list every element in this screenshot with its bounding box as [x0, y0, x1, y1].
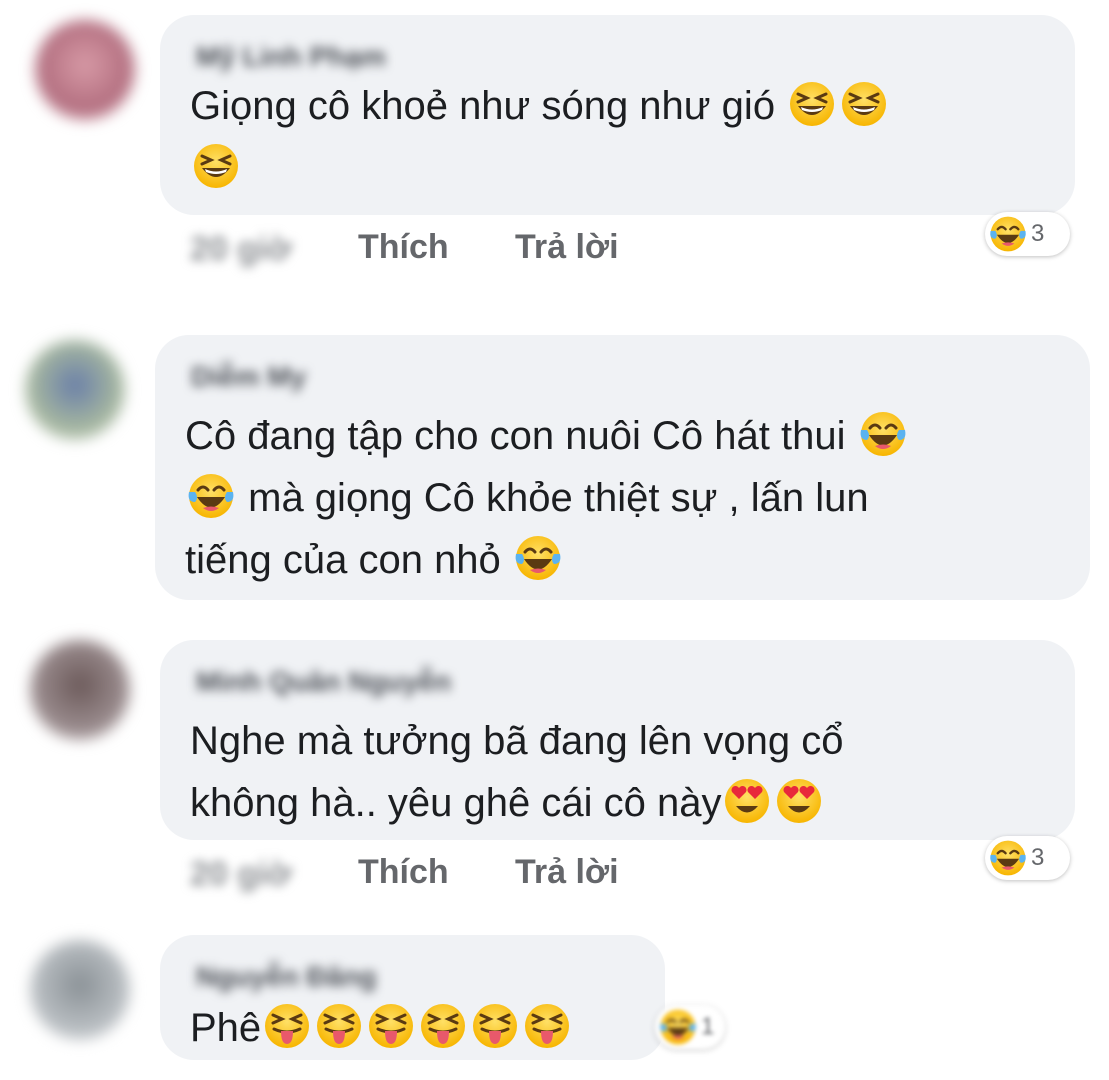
- like-button[interactable]: Thích: [358, 228, 449, 267]
- heart-eyes-emoji-icon: [775, 777, 823, 825]
- reply-button[interactable]: Trả lời: [515, 228, 619, 267]
- comment-line: Cô đang tập cho con nuôi Cô hát thui: [185, 414, 846, 458]
- comment-bubble: Diễm My Cô đang tập cho con nuôi Cô hát …: [155, 335, 1090, 600]
- comment-text: Phê: [190, 997, 573, 1059]
- tears-of-joy-emoji-icon: [514, 534, 562, 582]
- comment-author[interactable]: Nguyễn Đăng: [196, 961, 376, 993]
- comment-author[interactable]: Minh Quân Nguyễn: [196, 666, 451, 698]
- comment-text: Cô đang tập cho con nuôi Cô hát thui mà …: [185, 405, 909, 591]
- squint-laugh-reaction-icon: [989, 215, 1027, 253]
- reaction-summary[interactable]: 1: [655, 1005, 725, 1049]
- comment-bubble: Nguyễn Đăng Phê: [160, 935, 665, 1060]
- avatar[interactable]: [30, 940, 130, 1040]
- comment-line: Giọng cô khoẻ như sóng như gió: [190, 84, 776, 128]
- reaction-summary[interactable]: 3: [985, 212, 1070, 256]
- comment-text: Giọng cô khoẻ như sóng như gió: [190, 75, 890, 199]
- tears-of-joy-emoji-icon: [187, 472, 235, 520]
- comment-line: mà giọng Cô khỏe thiệt sự , lấn lun: [248, 476, 869, 520]
- reaction-count: 3: [1031, 220, 1045, 247]
- tongue-squint-emoji-icon: [419, 1002, 467, 1050]
- avatar[interactable]: [30, 640, 130, 740]
- squint-laugh-emoji-icon: [192, 142, 240, 190]
- comment-line: không hà.. yêu ghê cái cô này: [190, 781, 722, 825]
- squint-laugh-emoji-icon: [840, 80, 888, 128]
- avatar[interactable]: [25, 340, 125, 440]
- avatar[interactable]: [35, 20, 135, 120]
- tongue-squint-emoji-icon: [263, 1002, 311, 1050]
- reaction-count: 1: [701, 1013, 715, 1040]
- comment-line: Phê: [190, 1006, 262, 1050]
- comment-text: Nghe mà tưởng bã đang lên vọng cổ không …: [190, 710, 843, 834]
- comment-line: tiếng của con nhỏ: [185, 538, 501, 582]
- like-button[interactable]: Thích: [358, 853, 449, 892]
- comment-bubble: Mỹ Linh Phạm Giọng cô khoẻ như sóng như …: [160, 15, 1075, 215]
- squint-laugh-reaction-icon: [659, 1008, 697, 1046]
- comment-author[interactable]: Diễm My: [191, 361, 306, 393]
- comment-line: Nghe mà tưởng bã đang lên vọng cổ: [190, 719, 844, 763]
- tongue-squint-emoji-icon: [315, 1002, 363, 1050]
- reaction-count: 3: [1031, 844, 1045, 871]
- comment-bubble: Minh Quân Nguyễn Nghe mà tưởng bã đang l…: [160, 640, 1075, 840]
- comment-author[interactable]: Mỹ Linh Phạm: [196, 41, 386, 73]
- reply-button[interactable]: Trả lời: [515, 853, 619, 892]
- tongue-squint-emoji-icon: [523, 1002, 571, 1050]
- tongue-squint-emoji-icon: [471, 1002, 519, 1050]
- tears-of-joy-emoji-icon: [859, 410, 907, 458]
- comment-timestamp[interactable]: 20 giờ: [190, 230, 292, 269]
- heart-eyes-emoji-icon: [723, 777, 771, 825]
- reaction-summary[interactable]: 3: [985, 836, 1070, 880]
- comment-timestamp[interactable]: 20 giờ: [190, 855, 292, 894]
- squint-laugh-emoji-icon: [788, 80, 836, 128]
- squint-laugh-reaction-icon: [989, 839, 1027, 877]
- tongue-squint-emoji-icon: [367, 1002, 415, 1050]
